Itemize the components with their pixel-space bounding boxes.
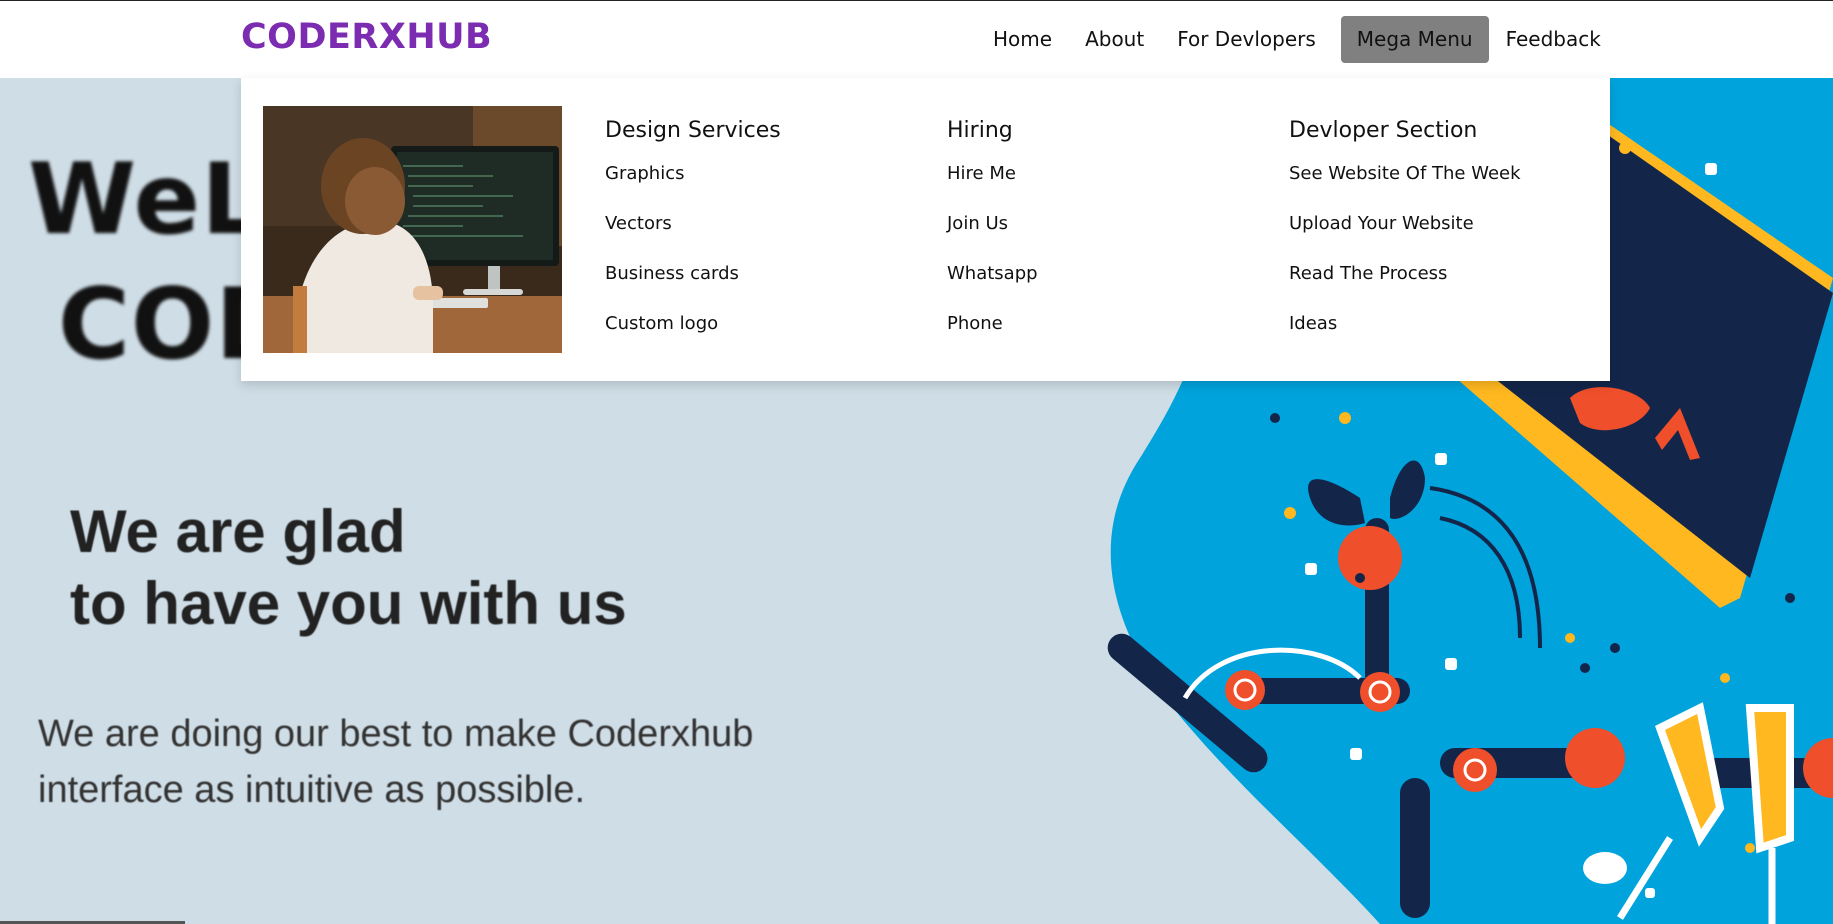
mega-col-developer-section: Devloper Section See Website Of The Week… xyxy=(1289,116,1521,362)
robot-joint-right xyxy=(1565,728,1625,788)
mega-link-upload-website[interactable]: Upload Your Website xyxy=(1289,212,1521,262)
mega-col-hiring: Hiring Hire Me Join Us Whatsapp Phone xyxy=(947,116,1038,362)
nav-feedback[interactable]: Feedback xyxy=(1498,16,1609,63)
mega-col-title: Devloper Section xyxy=(1289,118,1478,143)
mega-col-design-services: Design Services Graphics Vectors Busines… xyxy=(605,116,781,362)
mega-link-vectors[interactable]: Vectors xyxy=(605,212,781,262)
mega-link-business-cards[interactable]: Business cards xyxy=(605,262,781,312)
mega-link-graphics[interactable]: Graphics xyxy=(605,162,781,212)
photo-child-at-computer xyxy=(263,106,562,353)
mega-link-hire-me[interactable]: Hire Me xyxy=(947,162,1038,212)
mega-link-custom-logo[interactable]: Custom logo xyxy=(605,312,781,362)
robot-wheel-left xyxy=(1225,670,1265,710)
nav-about[interactable]: About xyxy=(1077,16,1152,63)
mega-col-title: Design Services xyxy=(605,118,781,143)
top-navbar: CODERXHUB Home About For Devlopers Mega … xyxy=(0,1,1833,78)
mega-link-website-of-week[interactable]: See Website Of The Week xyxy=(1289,162,1521,212)
robot-wheel-right xyxy=(1360,672,1400,712)
nav-links: Home About For Devlopers Mega Menu Feedb… xyxy=(985,16,1626,63)
mega-link-read-process[interactable]: Read The Process xyxy=(1289,262,1521,312)
mega-link-join-us[interactable]: Join Us xyxy=(947,212,1038,262)
mega-link-ideas[interactable]: Ideas xyxy=(1289,312,1521,362)
mega-link-phone[interactable]: Phone xyxy=(947,312,1038,362)
mega-col-title: Hiring xyxy=(947,118,1013,143)
hero-title-line2: to have you with us xyxy=(70,570,627,637)
brand-logo[interactable]: CODERXHUB xyxy=(241,17,492,57)
mega-menu-dropdown: Design Services Graphics Vectors Busines… xyxy=(241,78,1610,381)
nav-home[interactable]: Home xyxy=(985,16,1060,63)
robot-joint-top xyxy=(1338,526,1402,590)
hero-title-line1: We are glad xyxy=(70,498,406,565)
hero-title: We are glad to have you with us xyxy=(70,496,627,640)
mega-link-whatsapp[interactable]: Whatsapp xyxy=(947,262,1038,312)
hero-subtitle: We are doing our best to make Coderxhub … xyxy=(38,713,754,811)
nav-for-developers[interactable]: For Devlopers xyxy=(1169,16,1324,63)
nav-mega-menu[interactable]: Mega Menu xyxy=(1340,16,1489,63)
